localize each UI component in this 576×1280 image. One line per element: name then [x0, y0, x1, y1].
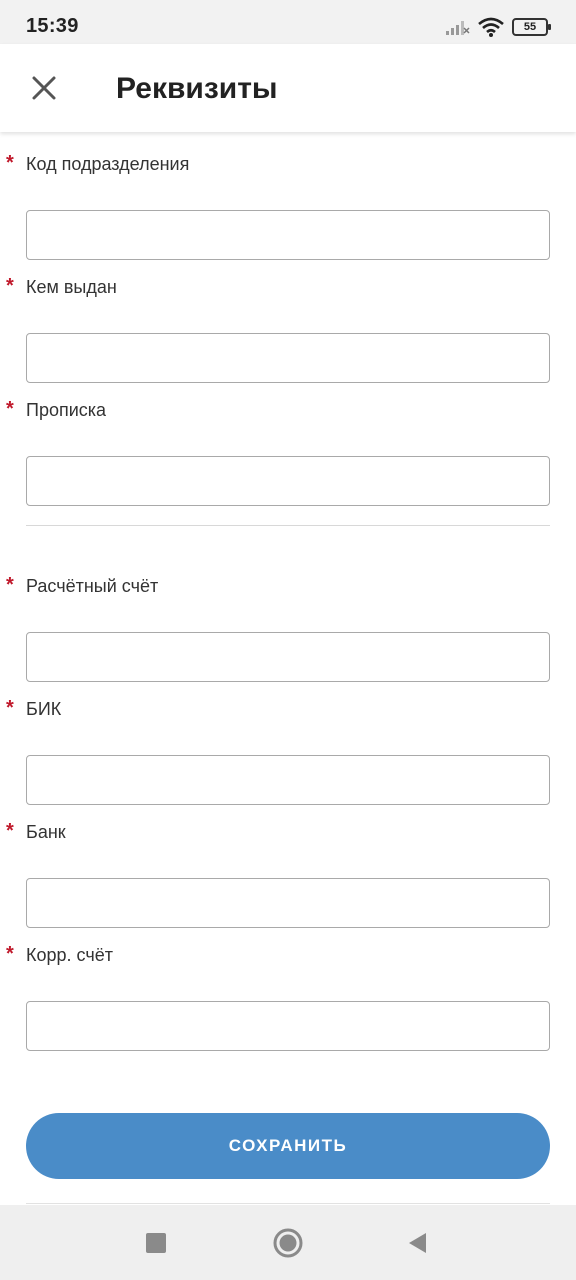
field-label: Банк	[26, 822, 66, 842]
division-code-input[interactable]	[26, 210, 550, 260]
required-mark: *	[6, 820, 14, 842]
section-divider	[26, 525, 550, 526]
required-mark: *	[6, 943, 14, 965]
required-mark: *	[6, 152, 14, 174]
recents-square-icon	[146, 1233, 166, 1253]
bank-input[interactable]	[26, 878, 550, 928]
back-triangle-icon	[409, 1233, 426, 1253]
field-label: Кем выдан	[26, 277, 117, 297]
settlement-account-input[interactable]	[26, 632, 550, 682]
battery-level: 55	[523, 21, 537, 33]
issued-by-input[interactable]	[26, 333, 550, 383]
bottom-divider	[26, 1203, 550, 1204]
corr-account-input[interactable]	[26, 1001, 550, 1051]
recents-button[interactable]	[140, 1227, 172, 1259]
required-mark: *	[6, 398, 14, 420]
field-label: Корр. счёт	[26, 945, 113, 965]
save-button[interactable]: СОХРАНИТЬ	[26, 1113, 550, 1179]
field-label: Расчётный счёт	[26, 576, 159, 596]
back-button[interactable]	[402, 1227, 434, 1259]
status-icons: 55	[444, 14, 551, 40]
home-circle-icon	[273, 1228, 303, 1258]
registration-input[interactable]	[26, 456, 550, 506]
home-button[interactable]	[272, 1227, 304, 1259]
field-label: БИК	[26, 699, 62, 719]
signal-icon	[446, 21, 470, 35]
required-mark: *	[6, 574, 14, 596]
app-bar: Реквизиты	[0, 44, 576, 132]
status-bar: 15:39 55	[0, 0, 576, 44]
field-label: Код подразделения	[26, 154, 190, 174]
field-label: Прописка	[26, 400, 107, 420]
required-mark: *	[6, 697, 14, 719]
close-icon	[32, 76, 56, 100]
battery-icon: 55	[512, 18, 551, 36]
bik-input[interactable]	[26, 755, 550, 805]
system-nav-bar	[0, 1205, 576, 1280]
wifi-icon	[478, 17, 504, 37]
page-title: Реквизиты	[116, 72, 278, 105]
required-mark: *	[6, 275, 14, 297]
close-button[interactable]	[26, 70, 62, 106]
status-time: 15:39	[26, 15, 79, 37]
